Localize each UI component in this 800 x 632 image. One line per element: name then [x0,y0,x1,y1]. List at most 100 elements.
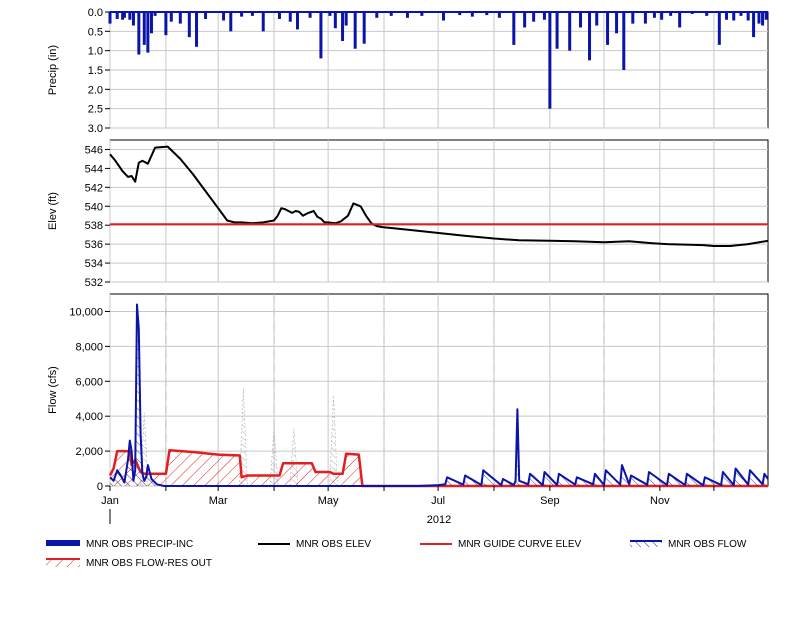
legend-swatch-precip [46,540,80,546]
precip-bar [746,12,750,21]
precip-bar [442,12,446,21]
legend: MNR OBS PRECIP-INC MNR OBS ELEV MNR GUID… [46,539,747,569]
legend-label-resout: MNR OBS FLOW-RES OUT [86,558,212,569]
elev-y-tick-label: 534 [85,258,103,270]
precip-bar [137,12,141,55]
precip-bar [261,12,265,32]
legend-label-precip: MNR OBS PRECIP-INC [86,539,193,550]
elev-y-tick-label: 536 [85,239,103,251]
precip-bar [595,12,599,26]
precip-bar [764,12,768,20]
precip-y-tick-label: 0.0 [88,7,103,19]
precip-bar [523,12,527,28]
elev-y-tick-label: 546 [85,144,103,156]
elev-panel-frame [109,139,769,283]
precip-bar [333,12,337,29]
precip-bar [187,12,191,38]
precip-bar [678,12,682,28]
flow-y-tick-label: 4,000 [75,411,103,423]
legend-label-flow: MNR OBS FLOW [668,539,747,550]
precip-bar [277,12,281,19]
flow-y-tick-label: 6,000 [75,376,103,388]
x-tick-label: Mar [209,495,228,507]
flow-y-tick-label: 2,000 [75,446,103,458]
elev-y-tick-label: 532 [85,277,103,289]
grid-layer [109,11,768,487]
precip-bar [319,12,323,59]
legend-label-guide: MNR GUIDE CURVE ELEV [458,539,582,550]
precip-bar [717,12,721,45]
precip-bar [548,12,552,109]
precip-bar [115,12,119,19]
precip-bar [295,12,299,30]
x-tick-label: May [318,495,339,507]
precip-bar [606,12,610,45]
flow-y-tick-label: 8,000 [75,341,103,353]
precip-bar [568,12,572,51]
legend-item-precip: MNR OBS PRECIP-INC [46,539,193,550]
precip-bar [222,12,226,21]
precip-bar [288,12,292,22]
precip-bar [555,12,559,49]
flow-y-tick-label: 0 [97,481,103,493]
precip-bar [643,12,647,24]
precip-bar [341,12,345,41]
precip-y-tick-label: 2.0 [88,84,103,96]
precip-bar [725,12,729,20]
precip-bar [229,12,233,32]
precip-bar [660,12,664,20]
precip-bar [732,12,736,21]
precip-bar [353,12,357,49]
precip-y-tick-label: 1.0 [88,46,103,58]
precip-y-tick-label: 3.0 [88,123,103,135]
precip-bar [579,12,583,28]
precip-bar [344,12,348,26]
precip-y-tick-label: 0.5 [88,26,103,38]
precip-y-tick-label: 2.5 [88,104,103,116]
precip-bar [204,12,208,19]
precip-bar [195,12,199,47]
elev-y-tick-label: 538 [85,220,103,232]
flow-y-tick-label: 10,000 [69,306,103,318]
legend-item-guide: MNR GUIDE CURVE ELEV [420,539,582,550]
x-tick-label: Jul [431,495,445,507]
precip-bar [752,12,756,38]
legend-item-elev: MNR OBS ELEV [258,539,371,550]
elev-y-tick-label: 540 [85,201,103,213]
elev-series-line [109,145,769,247]
x-tick-label: Jan [101,495,119,507]
elev-ylabel: Elev (ft) [47,192,59,230]
precip-bar [615,12,619,34]
precip-bar [512,12,516,45]
chart: Jan Mar May Jul Sep Nov 0.0 0.5 1.0 1.5 2.0 2.5 3.0 5… [0,0,800,627]
precip-bar [761,12,765,26]
x-tick-label: Nov [650,495,670,507]
precip-ylabel: Precip (in) [47,45,59,95]
precip-y-tick-label: 1.5 [88,65,103,77]
chart-svg: Jan Mar May Jul Sep Nov 0.0 0.5 1.0 1.5 2.0 2.5 3.0 5… [46,7,769,569]
precip-bar [757,12,761,24]
precip-bar [631,12,635,24]
flow-ylabel: Flow (cfs) [47,366,59,414]
legend-item-resout: MNR OBS FLOW-RES OUT [46,558,212,569]
precip-bar [362,12,366,44]
x-tick-label: Sep [540,495,560,507]
precip-bar [588,12,592,61]
precip-bar [532,12,536,22]
precip-bar [178,12,182,24]
precip-bar [146,12,150,53]
legend-label-elev: MNR OBS ELEV [296,539,371,550]
precip-bar [108,12,112,24]
legend-swatch-resout [46,559,80,567]
legend-item-flow: MNR OBS FLOW [630,539,747,550]
precip-bar [542,12,546,20]
precip-bar [169,12,173,22]
precip-bar [164,12,168,36]
precip-bar [131,12,135,26]
precip-bar [622,12,626,70]
precip-bar [149,12,153,34]
precip-bar [128,12,132,20]
year-label: 2012 [427,514,451,526]
elev-y-tick-label: 544 [85,163,103,175]
precip-bar [142,12,146,45]
